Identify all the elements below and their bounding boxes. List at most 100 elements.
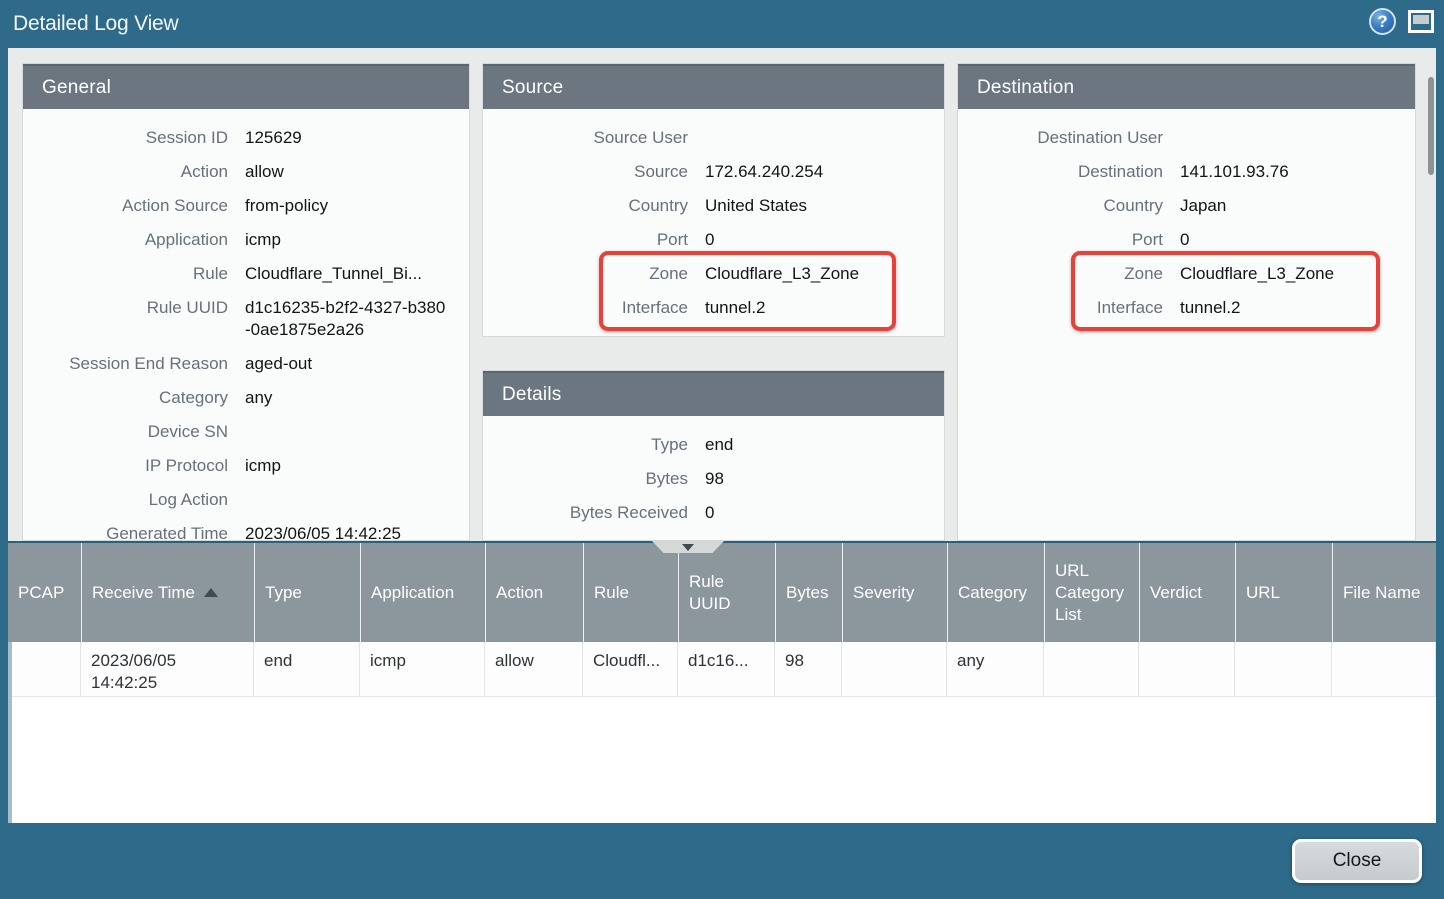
chevron-down-icon xyxy=(682,544,694,551)
details-panel-header: Details xyxy=(483,371,944,416)
field-action-source: Action Sourcefrom-policy xyxy=(23,189,469,223)
close-button[interactable]: Close xyxy=(1292,839,1422,883)
field-generated-time: Generated Time2023/06/05 14:42:25 xyxy=(23,517,469,541)
field-value: 0 xyxy=(705,502,714,524)
column-label: Type xyxy=(265,582,302,604)
field-value: Cloudflare_L3_Zone xyxy=(705,263,859,285)
field-bytes: Bytes98 xyxy=(483,462,944,496)
field-label: Interface xyxy=(958,297,1163,319)
field-label: Session ID xyxy=(23,127,228,149)
field-label: Session End Reason xyxy=(23,353,228,375)
titlebar-icons: ? xyxy=(1369,8,1434,35)
destination-panel-body: Destination User Destination141.101.93.7… xyxy=(958,109,1415,325)
field-rule: RuleCloudflare_Tunnel_Bi... xyxy=(23,257,469,291)
field-label: Rule xyxy=(23,263,228,285)
field-action: Actionallow xyxy=(23,155,469,189)
column-label: Category xyxy=(958,582,1027,604)
column-header-verdict[interactable]: Verdict xyxy=(1139,543,1235,642)
field-value: d1c16235-b2f2-4327-b380-0ae1875e2a26 xyxy=(245,297,450,341)
cell-rule-uuid: d1c16... xyxy=(678,642,775,697)
column-header-file-name[interactable]: File Name xyxy=(1332,543,1436,642)
cell-application: icmp xyxy=(360,642,485,697)
field-value: aged-out xyxy=(245,353,312,375)
field-value: end xyxy=(705,434,733,456)
column-header-pcap[interactable]: PCAP xyxy=(8,543,81,642)
cell-action: allow xyxy=(485,642,583,697)
help-icon[interactable]: ? xyxy=(1369,8,1396,35)
field-value: allow xyxy=(245,161,284,183)
source-panel-body: Source User Source172.64.240.254 Country… xyxy=(483,109,944,325)
field-category: Categoryany xyxy=(23,381,469,415)
field-value: tunnel.2 xyxy=(705,297,766,319)
field-application: Applicationicmp xyxy=(23,223,469,257)
field-rule-uuid: Rule UUIDd1c16235-b2f2-4327-b380-0ae1875… xyxy=(23,291,469,347)
column-header-type[interactable]: Type xyxy=(254,543,360,642)
column-header-bytes[interactable]: Bytes xyxy=(775,543,842,642)
details-panel: Details Typeend Bytes98 Bytes Received0 xyxy=(482,370,945,541)
column-header-rule[interactable]: Rule xyxy=(583,543,678,642)
field-label: IP Protocol xyxy=(23,455,228,477)
dialog-content: General Session ID125629 Actionallow Act… xyxy=(8,48,1436,823)
cell-file-name xyxy=(1332,642,1436,697)
field-label: Bytes xyxy=(483,468,688,490)
field-label: Port xyxy=(958,229,1163,251)
field-value: 125629 xyxy=(245,127,302,149)
field-value: tunnel.2 xyxy=(1180,297,1241,319)
source-panel-header: Source xyxy=(483,64,944,109)
field-value: Cloudflare_L3_Zone xyxy=(1180,263,1334,285)
general-panel-body: Session ID 125629 Actionallow Action Sour… xyxy=(23,109,469,541)
field-value: 0 xyxy=(705,229,714,251)
field-label: Destination xyxy=(958,161,1163,183)
field-label: Generated Time xyxy=(23,523,228,541)
field-session-end-reason: Session End Reason aged-out xyxy=(23,347,469,381)
column-label: URL xyxy=(1246,582,1280,604)
table-left-accent xyxy=(8,642,12,823)
field-port: Port0 xyxy=(958,223,1415,257)
field-label: Source User xyxy=(483,127,688,149)
field-session-id: Session ID 125629 xyxy=(23,121,469,155)
vertical-scrollbar-thumb[interactable] xyxy=(1428,77,1434,175)
window-restore-icon[interactable] xyxy=(1408,10,1434,33)
column-header-url[interactable]: URL xyxy=(1235,543,1332,642)
field-value: 172.64.240.254 xyxy=(705,161,823,183)
column-label: Application xyxy=(371,582,454,604)
field-zone: ZoneCloudflare_L3_Zone xyxy=(958,257,1415,291)
field-label: Destination User xyxy=(958,127,1163,149)
column-header-rule-uuid[interactable]: Rule UUID xyxy=(678,543,775,642)
field-value: United States xyxy=(705,195,807,217)
column-header-url-category-list[interactable]: URL Category List xyxy=(1044,543,1139,642)
field-value: icmp xyxy=(245,229,281,251)
field-value: from-policy xyxy=(245,195,328,217)
field-type: Typeend xyxy=(483,428,944,462)
column-header-receive-time[interactable]: Receive Time xyxy=(81,543,254,642)
column-header-severity[interactable]: Severity xyxy=(842,543,947,642)
log-table-row[interactable]: 2023/06/05 14:42:25 end icmp allow Cloud… xyxy=(8,642,1436,697)
general-panel: General Session ID125629 Actionallow Act… xyxy=(22,63,470,541)
field-label: Zone xyxy=(483,263,688,285)
cell-url xyxy=(1235,642,1332,697)
column-label: Severity xyxy=(853,582,914,604)
field-value: any xyxy=(245,387,272,409)
column-header-action[interactable]: Action xyxy=(485,543,583,642)
cell-bytes: 98 xyxy=(775,642,842,697)
cell-receive-time: 2023/06/05 14:42:25 xyxy=(81,642,254,697)
log-table: PCAP Receive Time Type Application Actio… xyxy=(8,541,1436,823)
field-value: icmp xyxy=(245,455,281,477)
field-label: Type xyxy=(483,434,688,456)
field-bytes-received: Bytes Received0 xyxy=(483,496,944,530)
field-country: Country United States xyxy=(483,189,944,223)
destination-panel-header: Destination xyxy=(958,64,1415,109)
cell-pcap xyxy=(8,642,81,697)
column-header-category[interactable]: Category xyxy=(947,543,1044,642)
field-interface: Interfacetunnel.2 xyxy=(483,291,944,325)
cell-severity xyxy=(842,642,947,697)
details-panel-body: Typeend Bytes98 Bytes Received0 xyxy=(483,416,944,530)
field-label: Port xyxy=(483,229,688,251)
column-header-application[interactable]: Application xyxy=(360,543,485,642)
collapse-table-handle[interactable] xyxy=(652,541,724,553)
field-label: Country xyxy=(483,195,688,217)
field-zone: Zone Cloudflare_L3_Zone xyxy=(483,257,944,291)
column-label: PCAP xyxy=(18,582,64,604)
column-label: File Name xyxy=(1343,582,1420,604)
title-bar: Detailed Log View ? xyxy=(0,0,1444,48)
